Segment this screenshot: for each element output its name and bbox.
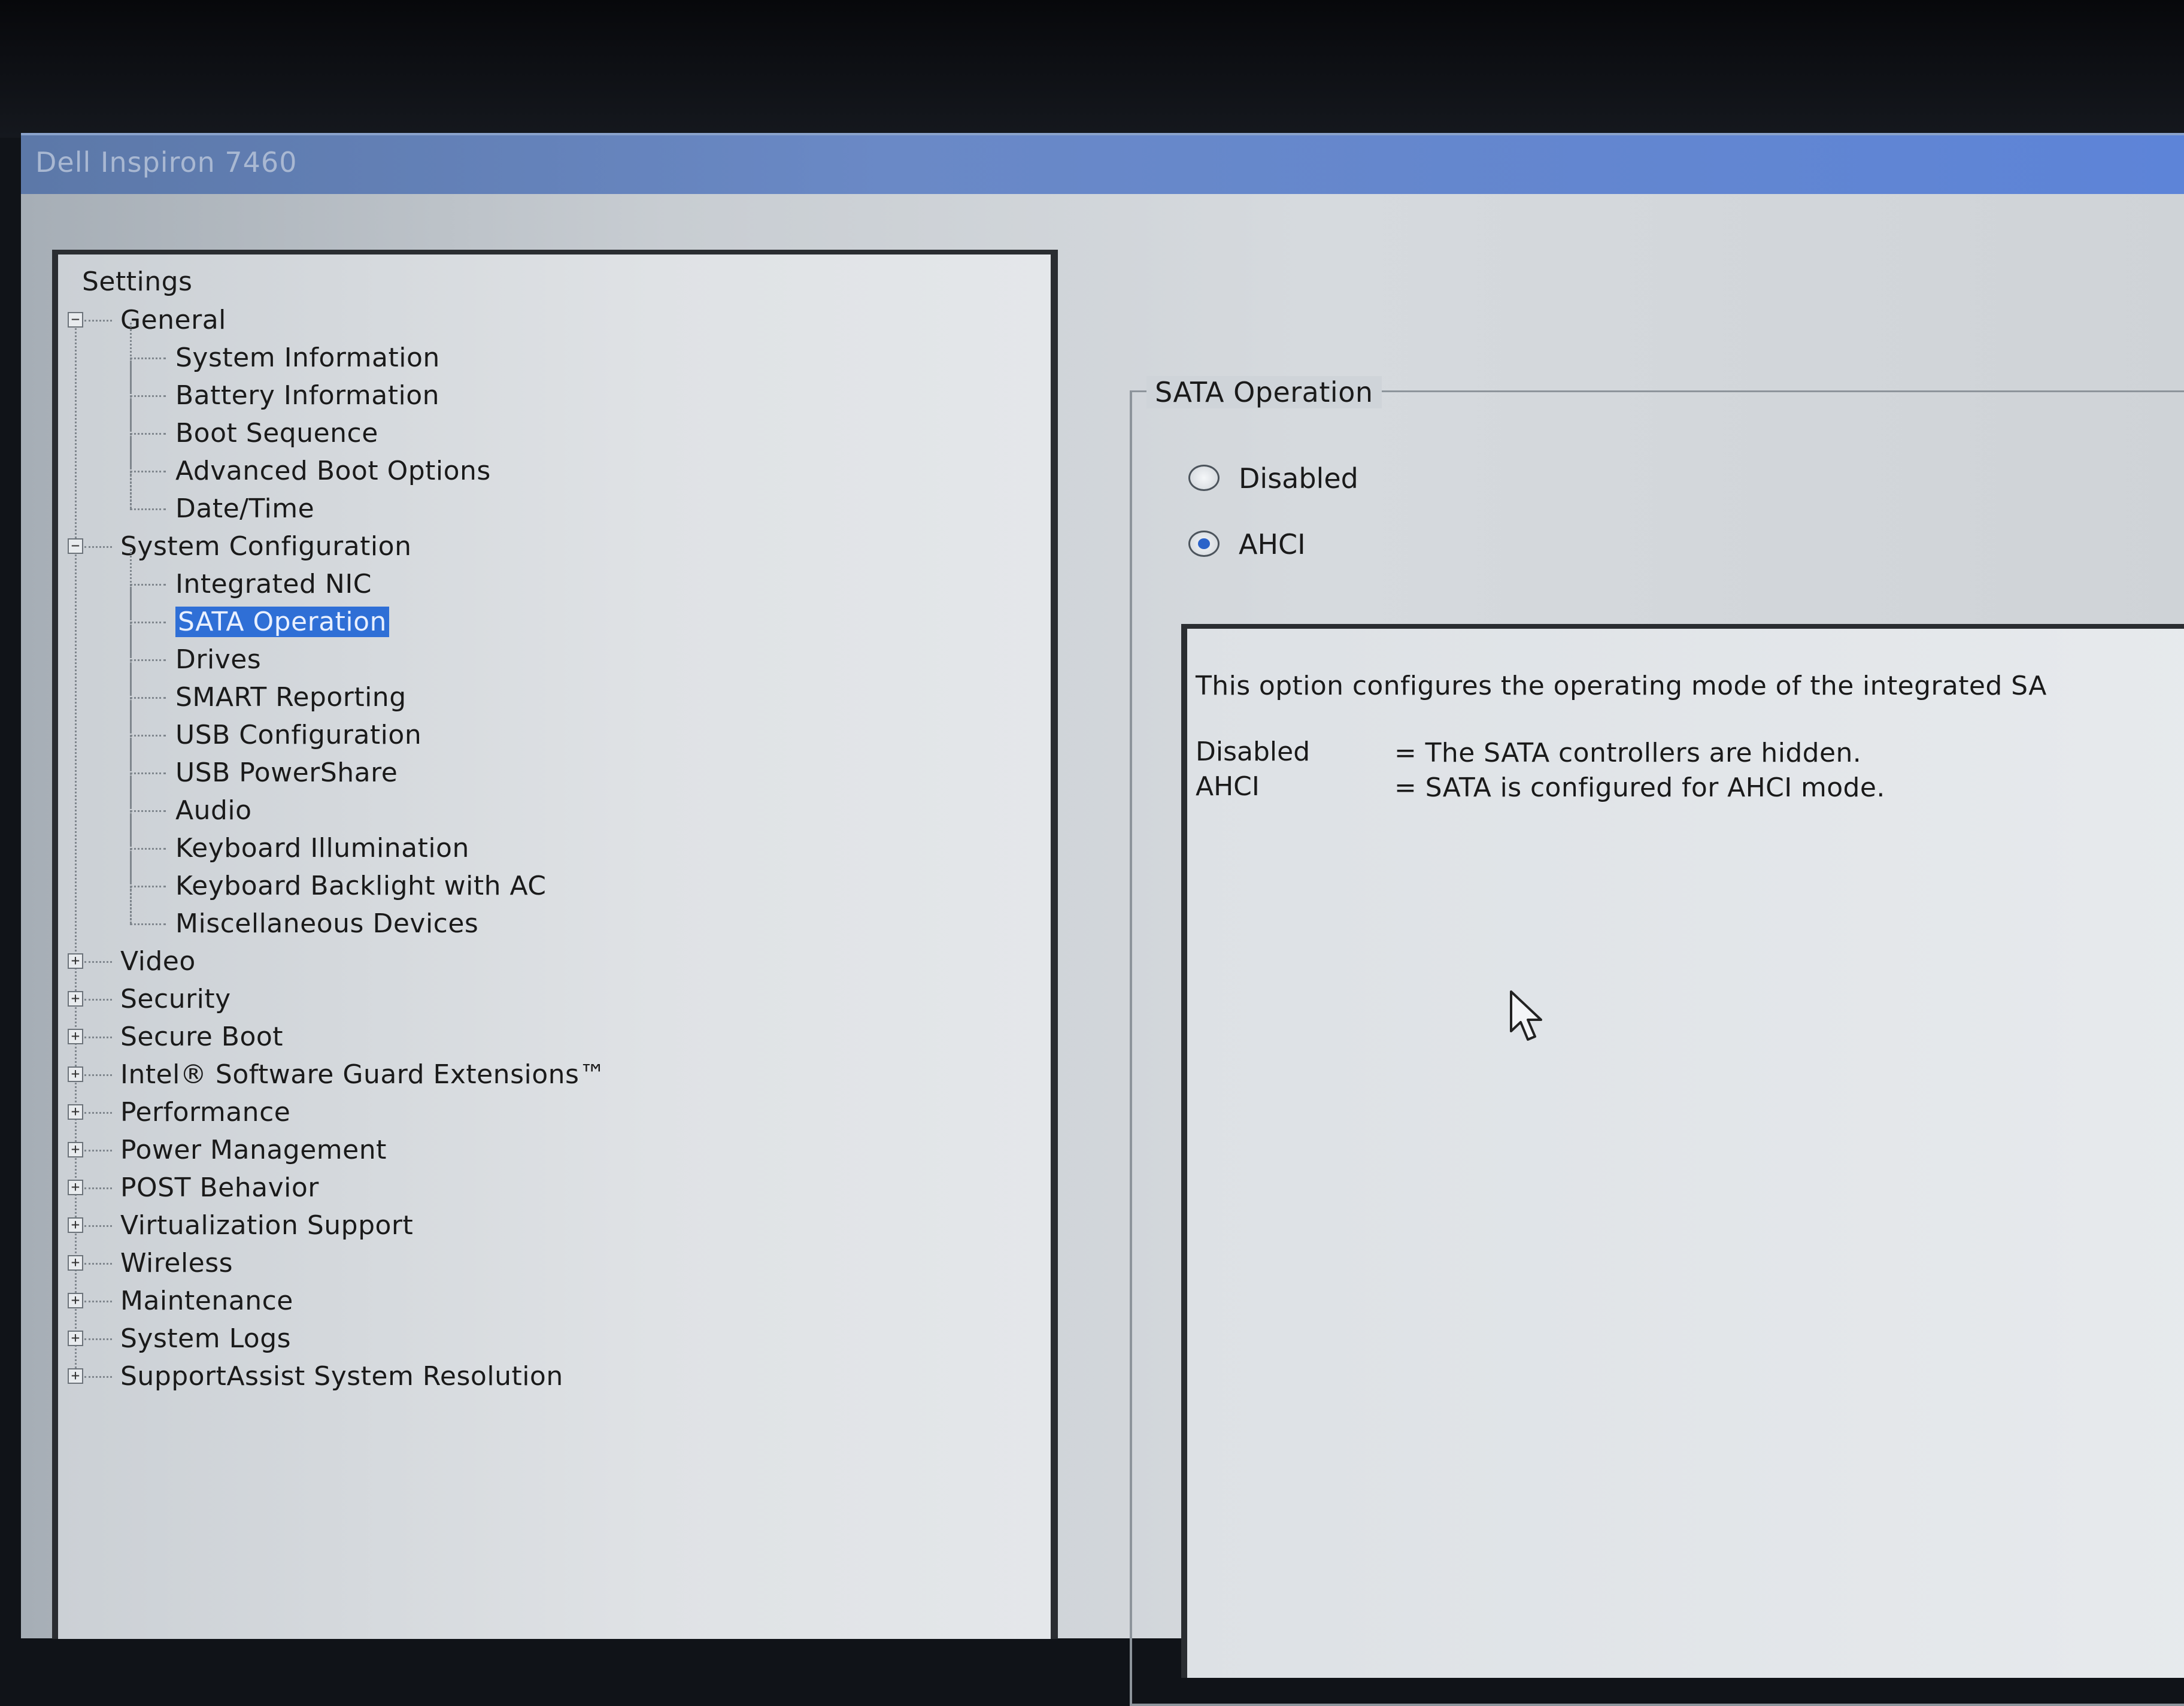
tree-branch-line [130, 508, 166, 510]
description-text: This option configures the operating mod… [1196, 671, 2047, 701]
tree-branch-line [130, 471, 166, 472]
tree-branch-line [130, 584, 166, 586]
tree-item-keyboard-backlight-with-ac[interactable]: Keyboard Backlight with AC [175, 871, 547, 901]
tree-branch-line [130, 357, 166, 359]
tree-branch-line [84, 546, 112, 548]
tree-item-usb-powershare[interactable]: USB PowerShare [175, 757, 398, 788]
expand-icon[interactable]: + [68, 1142, 83, 1157]
tree-branch-line [84, 1074, 112, 1076]
expand-icon[interactable]: + [68, 1029, 83, 1044]
expand-icon[interactable]: + [68, 1104, 83, 1120]
tree-branch-line [84, 1376, 112, 1378]
radio-button-checked-icon[interactable] [1188, 531, 1220, 557]
detail-pane: SATA Operation Disabled AHCI This option… [1117, 265, 2184, 1706]
tree-item-audio[interactable]: Audio [175, 795, 252, 826]
tree-item-power-management[interactable]: Power Management [120, 1135, 387, 1165]
tree-item-keyboard-illumination[interactable]: Keyboard Illumination [175, 833, 469, 863]
tree-branch-line [130, 810, 166, 812]
settings-tree-pane[interactable]: Settings − General System Information Batter… [52, 250, 1058, 1639]
tree-branch-line [84, 961, 112, 963]
tree-branch-line [84, 1187, 112, 1189]
tree-branch-line [84, 999, 112, 1001]
tree-branch-line [130, 697, 166, 699]
tree-item-integrated-nic[interactable]: Integrated NIC [175, 569, 372, 599]
tree-item-post-behavior[interactable]: POST Behavior [120, 1172, 319, 1203]
bios-window: Dell Inspiron 7460 Settings − General Syste… [21, 133, 2184, 1706]
tree-root-label: Settings [82, 266, 193, 297]
tree-child-line [130, 474, 132, 508]
mouse-pointer-icon [1510, 990, 1542, 1041]
tree-item-drives[interactable]: Drives [175, 644, 261, 675]
expand-icon[interactable]: + [68, 1066, 83, 1082]
tree-branch-line [130, 923, 166, 925]
tree-item-miscellaneous-devices[interactable]: Miscellaneous Devices [175, 908, 478, 939]
tree-branch-line [84, 1301, 112, 1302]
tree-branch-line [130, 848, 166, 850]
collapse-icon[interactable]: − [68, 312, 83, 328]
tree-branch-line [84, 320, 112, 322]
expand-icon[interactable]: + [68, 1180, 83, 1195]
tree-branch-line [130, 395, 166, 397]
expand-icon[interactable]: + [68, 1331, 83, 1346]
collapse-icon[interactable]: − [68, 538, 83, 554]
tree-trunk-line [75, 317, 77, 1373]
tree-item-intel-software-guard-extensions[interactable]: Intel® Software Guard Extensions™ [120, 1059, 606, 1090]
tree-item-system-logs[interactable]: System Logs [120, 1323, 291, 1354]
tree-item-system-information[interactable]: System Information [175, 343, 440, 373]
tree-item-system-configuration[interactable]: System Configuration [120, 531, 411, 562]
screen-bezel [0, 0, 2184, 138]
expand-icon[interactable]: + [68, 991, 83, 1007]
tree-item-wireless[interactable]: Wireless [120, 1248, 233, 1278]
option-group-title: SATA Operation [1146, 376, 1382, 408]
tree-item-date-time[interactable]: Date/Time [175, 493, 314, 524]
tree-item-performance[interactable]: Performance [120, 1097, 290, 1128]
expand-icon[interactable]: + [68, 1293, 83, 1308]
expand-icon[interactable]: + [68, 953, 83, 969]
expand-icon[interactable]: + [68, 1368, 83, 1384]
tree-item-usb-configuration[interactable]: USB Configuration [175, 720, 421, 750]
tree-branch-line [84, 1037, 112, 1038]
tree-branch-line [130, 622, 166, 623]
tree-item-smart-reporting[interactable]: SMART Reporting [175, 682, 407, 713]
tree-item-virtualization-support[interactable]: Virtualization Support [120, 1210, 413, 1241]
tree-item-supportassist-system-resolution[interactable]: SupportAssist System Resolution [120, 1361, 563, 1392]
radio-button-icon[interactable] [1188, 465, 1220, 491]
legend-value-disabled: = The SATA controllers are hidden. [1394, 738, 1862, 768]
settings-tree: Settings − General System Information Batter… [58, 254, 1051, 1639]
window-title: Dell Inspiron 7460 [35, 146, 298, 178]
legend-key-disabled: Disabled [1196, 737, 1311, 767]
legend-value-ahci: = SATA is configured for AHCI mode. [1394, 772, 1885, 803]
radio-label: AHCI [1239, 528, 1306, 560]
tree-branch-line [130, 433, 166, 435]
title-bar: Dell Inspiron 7460 [21, 133, 2184, 194]
tree-item-secure-boot[interactable]: Secure Boot [120, 1022, 283, 1052]
tree-branch-line [84, 1150, 112, 1152]
tree-branch-line [84, 1338, 112, 1340]
tree-item-video[interactable]: Video [120, 946, 196, 977]
tree-item-advanced-boot-options[interactable]: Advanced Boot Options [175, 456, 491, 486]
tree-item-maintenance[interactable]: Maintenance [120, 1286, 293, 1316]
tree-item-general[interactable]: General [120, 305, 226, 335]
tree-item-battery-information[interactable]: Battery Information [175, 380, 439, 411]
tree-branch-line [130, 659, 166, 661]
tree-item-boot-sequence[interactable]: Boot Sequence [175, 418, 378, 449]
tree-branch-line [130, 886, 166, 887]
expand-icon[interactable]: + [68, 1255, 83, 1271]
tree-branch-line [130, 772, 166, 774]
radio-label: Disabled [1239, 462, 1358, 495]
tree-item-security[interactable]: Security [120, 984, 231, 1014]
tree-branch-line [130, 735, 166, 737]
tree-branch-line [84, 1263, 112, 1265]
tree-child-line [130, 889, 132, 923]
tree-branch-line [84, 1225, 112, 1227]
description-box: This option configures the operating mod… [1181, 624, 2184, 1678]
legend-key-ahci: AHCI [1196, 771, 1260, 802]
expand-icon[interactable]: + [68, 1217, 83, 1233]
tree-item-sata-operation[interactable]: SATA Operation [175, 607, 389, 637]
tree-branch-line [84, 1112, 112, 1114]
